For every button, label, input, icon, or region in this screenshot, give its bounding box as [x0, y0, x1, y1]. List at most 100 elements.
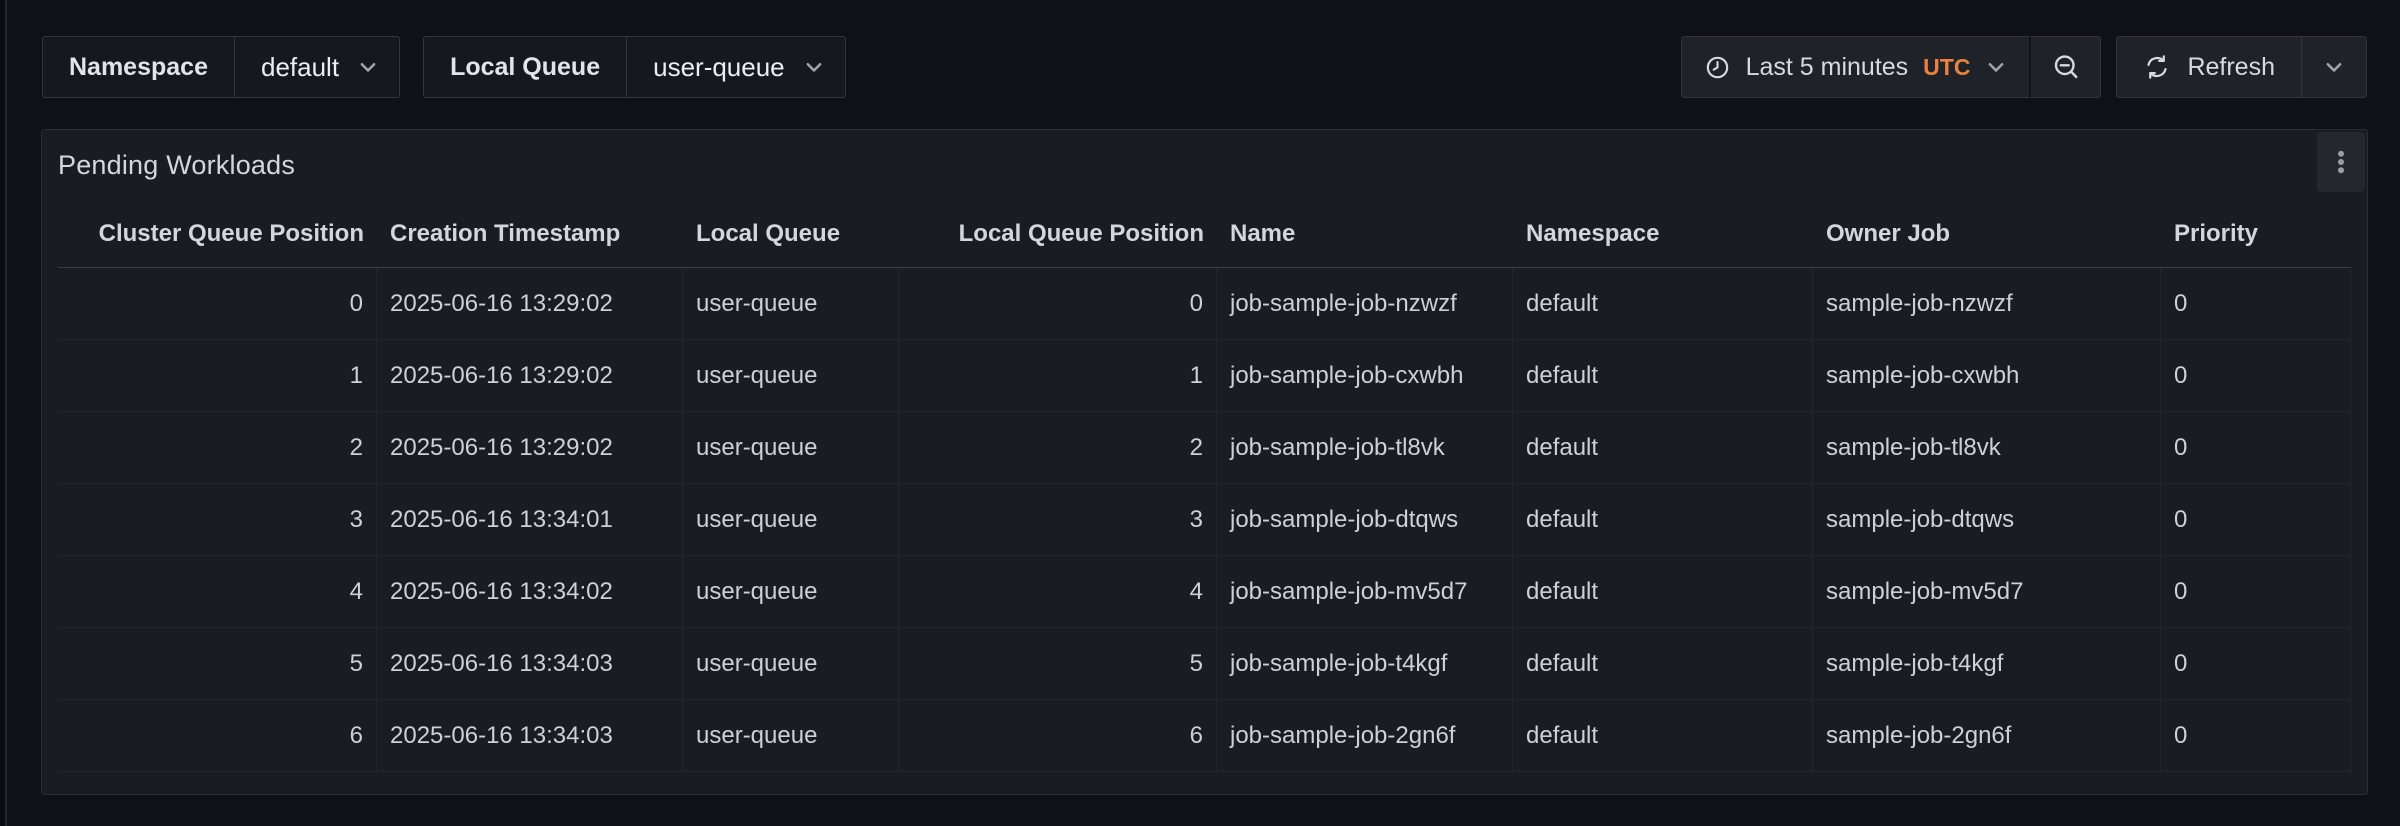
column-header-namespace[interactable]: Namespace	[1513, 200, 1813, 267]
table-cell: 5	[899, 628, 1217, 699]
table-cell: user-queue	[683, 412, 899, 483]
table-cell: job-sample-job-cxwbh	[1217, 340, 1513, 411]
table-header-row: Cluster Queue PositionCreation Timestamp…	[58, 200, 2351, 268]
column-header-local-queue-position[interactable]: Local Queue Position	[899, 200, 1217, 267]
time-picker-group: Last 5 minutes UTC	[1681, 36, 2102, 98]
table-cell: 6	[58, 700, 377, 771]
variable-local-queue-value: user-queue	[653, 52, 785, 83]
column-header-priority[interactable]: Priority	[2161, 200, 2351, 267]
table-cell: 1	[899, 340, 1217, 411]
table-cell: job-sample-job-t4kgf	[1217, 628, 1513, 699]
table-cell: user-queue	[683, 268, 899, 339]
panel-header: Pending Workloads	[42, 130, 2367, 200]
table-cell: default	[1513, 484, 1813, 555]
table-cell: default	[1513, 556, 1813, 627]
clock-icon	[1704, 54, 1731, 81]
table-cell: 0	[2161, 268, 2351, 339]
table-cell: 0	[899, 268, 1217, 339]
refresh-interval-button[interactable]	[2302, 37, 2366, 97]
table-cell: job-sample-job-2gn6f	[1217, 700, 1513, 771]
table-cell: default	[1513, 268, 1813, 339]
table-cell: 2025-06-16 13:34:01	[377, 484, 683, 555]
table-cell: 2	[58, 412, 377, 483]
table-cell: user-queue	[683, 484, 899, 555]
table-cell: 0	[2161, 556, 2351, 627]
table-cell: 5	[58, 628, 377, 699]
column-header-owner-job[interactable]: Owner Job	[1813, 200, 2161, 267]
table-cell: user-queue	[683, 628, 899, 699]
variable-local-queue: Local Queue user-queue	[423, 36, 846, 98]
table-cell: sample-job-2gn6f	[1813, 700, 2161, 771]
table-cell: 2025-06-16 13:34:03	[377, 700, 683, 771]
workloads-table: Cluster Queue PositionCreation Timestamp…	[58, 200, 2351, 772]
table-row: 22025-06-16 13:29:02user-queue2job-sampl…	[58, 412, 2351, 484]
table-row: 02025-06-16 13:29:02user-queue0job-sampl…	[58, 268, 2351, 340]
table-cell: 3	[899, 484, 1217, 555]
variables-toolbar: Namespace default Local Queue user-queue	[42, 36, 846, 98]
table-cell: user-queue	[683, 556, 899, 627]
table-cell: sample-job-nzwzf	[1813, 268, 2161, 339]
table-row: 62025-06-16 13:34:03user-queue6job-sampl…	[58, 700, 2351, 772]
chevron-down-icon	[2323, 56, 2345, 78]
variable-local-queue-label: Local Queue	[424, 37, 627, 97]
timezone-label: UTC	[1923, 54, 1970, 81]
zoom-out-icon	[2051, 52, 2081, 82]
table-cell: 0	[2161, 412, 2351, 483]
chevron-down-icon	[1985, 56, 2007, 78]
refresh-group: Refresh	[2116, 36, 2367, 98]
chevron-down-icon	[357, 56, 379, 78]
table-cell: 6	[899, 700, 1217, 771]
table-cell: 2025-06-16 13:34:03	[377, 628, 683, 699]
table-cell: default	[1513, 628, 1813, 699]
table-cell: 0	[2161, 628, 2351, 699]
time-range-button[interactable]: Last 5 minutes UTC	[1681, 36, 2030, 98]
table-cell: default	[1513, 412, 1813, 483]
column-header-creation-timestamp[interactable]: Creation Timestamp	[377, 200, 683, 267]
column-header-local-queue[interactable]: Local Queue	[683, 200, 899, 267]
table-body: 02025-06-16 13:29:02user-queue0job-sampl…	[58, 268, 2351, 772]
variable-namespace-select[interactable]: default	[235, 37, 399, 97]
table-row: 52025-06-16 13:34:03user-queue5job-sampl…	[58, 628, 2351, 700]
variable-namespace-label: Namespace	[43, 37, 235, 97]
variable-namespace-value: default	[261, 52, 339, 83]
table-cell: sample-job-dtqws	[1813, 484, 2161, 555]
table-cell: 2025-06-16 13:29:02	[377, 340, 683, 411]
table-cell: job-sample-job-dtqws	[1217, 484, 1513, 555]
table-cell: user-queue	[683, 700, 899, 771]
panel-title: Pending Workloads	[58, 150, 295, 181]
table-cell: 4	[899, 556, 1217, 627]
table-cell: 1	[58, 340, 377, 411]
refresh-label: Refresh	[2187, 53, 2275, 82]
table-row: 32025-06-16 13:34:01user-queue3job-sampl…	[58, 484, 2351, 556]
table-cell: sample-job-tl8vk	[1813, 412, 2161, 483]
table-row: 42025-06-16 13:34:02user-queue4job-sampl…	[58, 556, 2351, 628]
table-cell: sample-job-mv5d7	[1813, 556, 2161, 627]
chevron-down-icon	[803, 56, 825, 78]
table-cell: user-queue	[683, 340, 899, 411]
table-cell: 0	[2161, 700, 2351, 771]
time-range-label: Last 5 minutes	[1746, 53, 1909, 82]
refresh-icon	[2143, 53, 2171, 81]
table-cell: 2	[899, 412, 1217, 483]
table-cell: job-sample-job-mv5d7	[1217, 556, 1513, 627]
table-cell: 2025-06-16 13:29:02	[377, 268, 683, 339]
table-cell: 3	[58, 484, 377, 555]
table-cell: default	[1513, 700, 1813, 771]
kebab-menu-icon	[2326, 147, 2356, 177]
table-row: 12025-06-16 13:29:02user-queue1job-sampl…	[58, 340, 2351, 412]
variable-local-queue-select[interactable]: user-queue	[627, 37, 845, 97]
column-header-name[interactable]: Name	[1217, 200, 1513, 267]
table-cell: 0	[58, 268, 377, 339]
pending-workloads-panel: Pending Workloads Cluster Queue Position…	[41, 129, 2368, 795]
time-toolbar: Last 5 minutes UTC Refresh	[1681, 36, 2367, 98]
table-cell: 0	[2161, 340, 2351, 411]
zoom-out-button[interactable]	[2029, 36, 2101, 98]
table-cell: 2025-06-16 13:29:02	[377, 412, 683, 483]
panel-menu-button[interactable]	[2317, 132, 2365, 192]
table-cell: sample-job-t4kgf	[1813, 628, 2161, 699]
column-header-cluster-queue-position[interactable]: Cluster Queue Position	[58, 200, 377, 267]
refresh-button[interactable]: Refresh	[2117, 37, 2302, 97]
table-cell: default	[1513, 340, 1813, 411]
table-cell: 4	[58, 556, 377, 627]
variable-namespace: Namespace default	[42, 36, 400, 98]
